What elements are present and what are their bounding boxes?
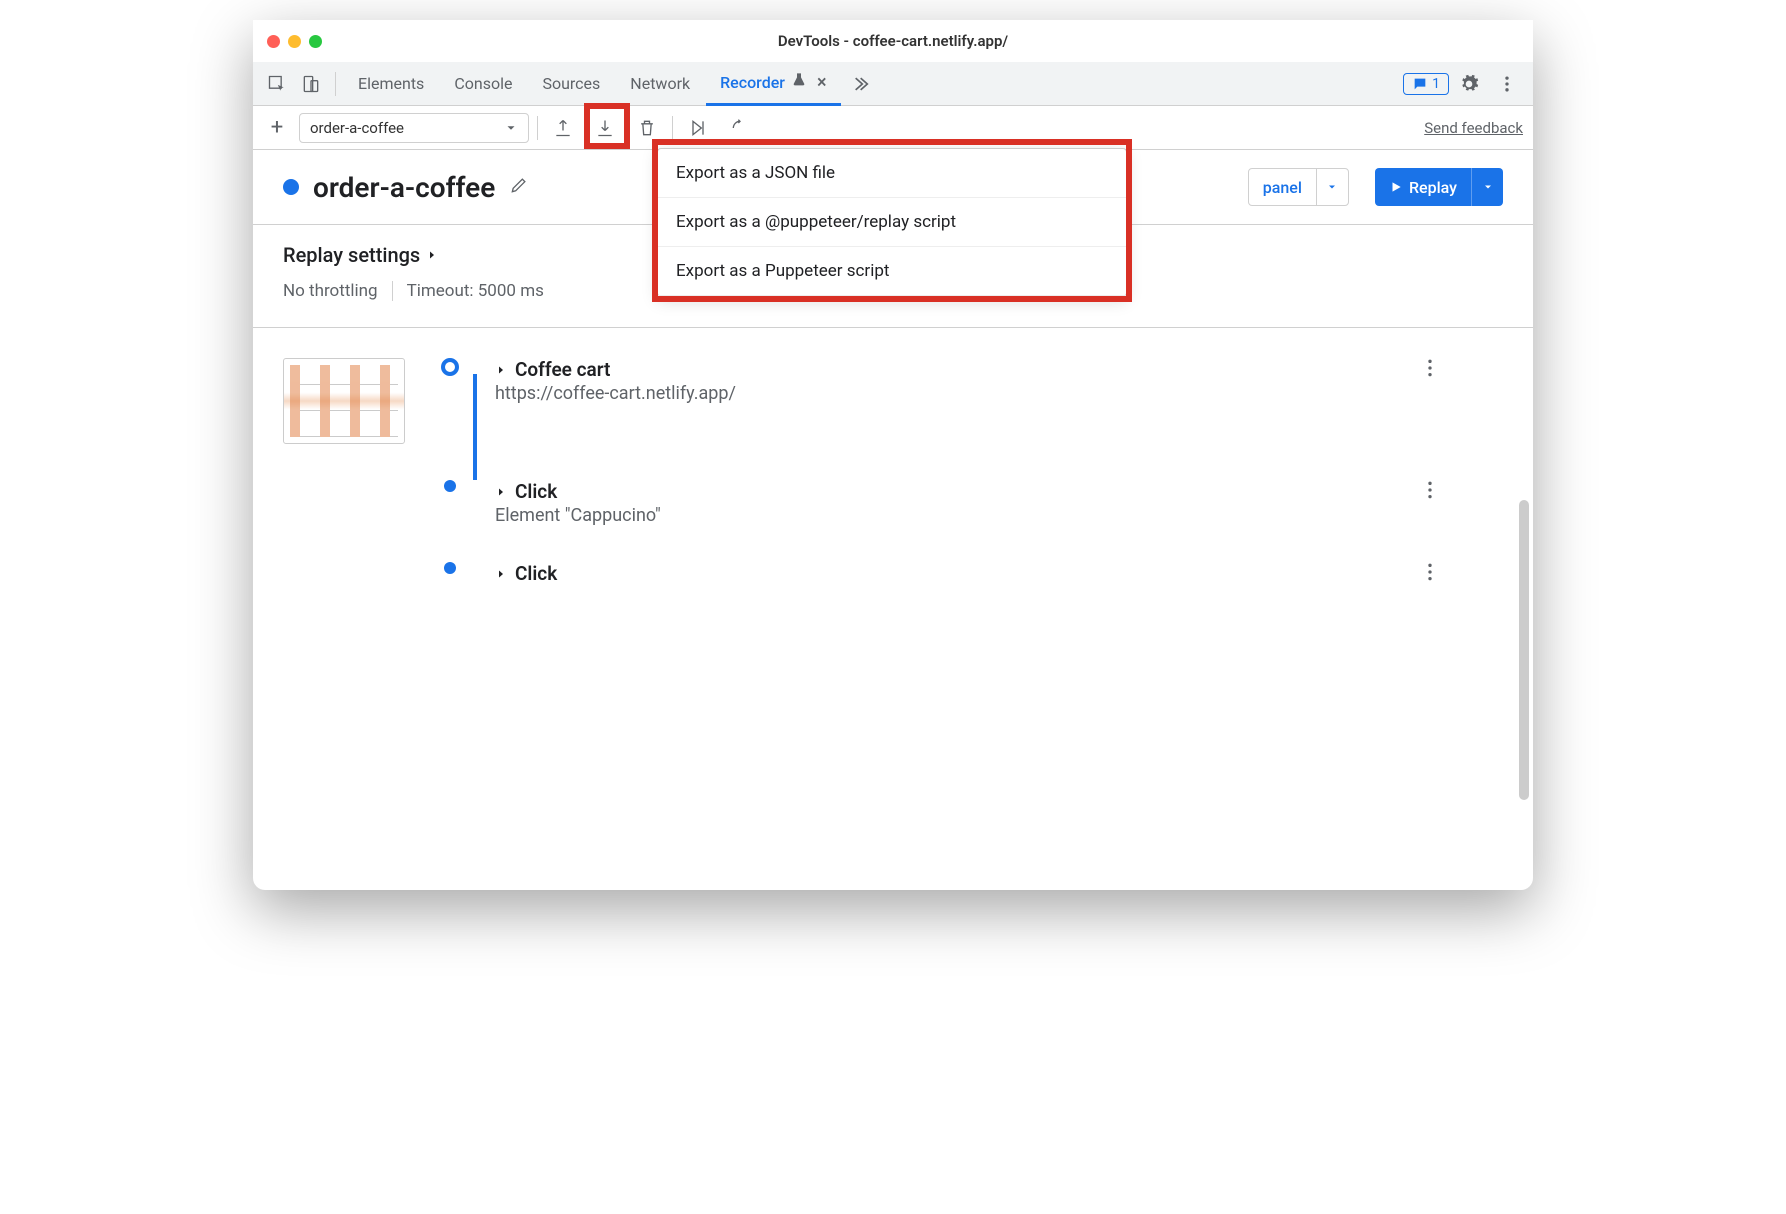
tab-network[interactable]: Network (616, 62, 704, 106)
chevron-right-icon (495, 568, 507, 580)
recording-status-dot (283, 179, 299, 195)
device-toolbar-icon[interactable] (295, 68, 327, 100)
replay-step-button[interactable] (681, 111, 715, 145)
more-menu-icon[interactable] (1489, 66, 1525, 102)
export-puppeteer-replay-item[interactable]: Export as a @puppeteer/replay script (658, 198, 1126, 247)
export-menu: Export as a JSON file Export as a @puppe… (657, 148, 1127, 297)
chevron-down-icon[interactable] (1471, 168, 1503, 206)
play-icon (1389, 180, 1403, 194)
step-title[interactable]: Click (495, 562, 1397, 585)
timeline-node (444, 562, 456, 574)
inspect-element-icon[interactable] (261, 68, 293, 100)
edit-title-button[interactable] (509, 175, 529, 199)
step-thumbnail (283, 358, 405, 444)
steps-list: Coffee cart https://coffee-cart.netlify.… (253, 328, 1533, 890)
tab-recorder[interactable]: Recorder × (706, 62, 840, 106)
step-subtitle: Element "Cappucino" (495, 505, 1397, 526)
chevron-right-icon (426, 249, 438, 261)
send-feedback-link[interactable]: Send feedback (1424, 119, 1523, 137)
import-button[interactable] (546, 111, 580, 145)
scrollbar[interactable] (1519, 500, 1529, 800)
step-menu-icon[interactable] (1427, 358, 1433, 382)
window-title: DevTools - coffee-cart.netlify.app/ (253, 32, 1533, 50)
close-tab-icon[interactable]: × (817, 72, 827, 93)
window-titlebar: DevTools - coffee-cart.netlify.app/ (253, 20, 1533, 62)
close-window-button[interactable] (267, 35, 280, 48)
chevron-right-icon (495, 486, 507, 498)
step-title[interactable]: Coffee cart (495, 358, 1397, 381)
devtools-tabbar: Elements Console Sources Network Recorde… (253, 62, 1533, 106)
minimize-window-button[interactable] (288, 35, 301, 48)
replay-button[interactable]: Replay (1375, 168, 1503, 206)
throttling-value: No throttling (283, 281, 378, 301)
issues-count: 1 (1432, 76, 1440, 92)
chevron-down-icon (504, 121, 518, 135)
recorder-toolbar: + order-a-coffee Send feedback (253, 106, 1533, 150)
issues-badge[interactable]: 1 (1403, 73, 1449, 95)
tab-elements[interactable]: Elements (344, 62, 438, 106)
delete-button[interactable] (630, 111, 664, 145)
step-row: Click (435, 562, 1433, 586)
new-recording-button[interactable]: + (263, 115, 291, 140)
chevron-right-icon (495, 364, 507, 376)
tab-console[interactable]: Console (440, 62, 526, 106)
step-menu-icon[interactable] (1427, 562, 1433, 586)
step-title[interactable]: Click (495, 480, 1397, 503)
more-tabs-icon[interactable] (843, 68, 875, 100)
step-row: Coffee cart https://coffee-cart.netlify.… (283, 358, 1433, 444)
export-button[interactable] (588, 111, 622, 145)
tab-sources[interactable]: Sources (528, 62, 614, 106)
slow-replay-button[interactable] (723, 111, 757, 145)
timeline-node (441, 358, 459, 376)
export-puppeteer-item[interactable]: Export as a Puppeteer script (658, 247, 1126, 296)
performance-panel-button[interactable]: panel (1248, 168, 1349, 206)
recording-title: order-a-coffee (313, 171, 495, 204)
timeout-value: Timeout: 5000 ms (407, 281, 544, 301)
recording-select[interactable]: order-a-coffee (299, 113, 529, 143)
chevron-down-icon[interactable] (1316, 169, 1348, 205)
step-row: Click Element "Cappucino" (435, 480, 1433, 526)
maximize-window-button[interactable] (309, 35, 322, 48)
traffic-lights (267, 35, 322, 48)
experiment-flask-icon (791, 72, 807, 92)
export-json-item[interactable]: Export as a JSON file (658, 149, 1126, 198)
step-menu-icon[interactable] (1427, 480, 1433, 504)
step-subtitle: https://coffee-cart.netlify.app/ (495, 383, 1397, 404)
timeline-node (444, 480, 456, 492)
settings-gear-icon[interactable] (1451, 66, 1487, 102)
